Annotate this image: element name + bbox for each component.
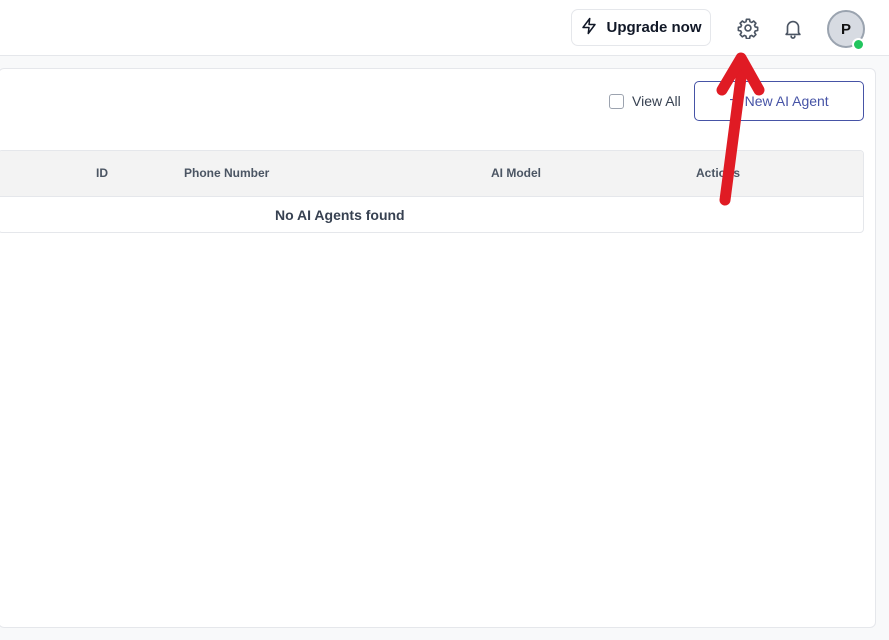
column-header-ai-model[interactable]: AI Model xyxy=(491,166,541,180)
bell-icon[interactable] xyxy=(781,16,805,40)
view-all-label: View All xyxy=(632,93,681,109)
table-row: No AI Agents found xyxy=(0,197,863,232)
view-all-checkbox[interactable] xyxy=(609,93,624,109)
new-ai-agent-button[interactable]: + New AI Agent xyxy=(694,81,864,121)
column-header-actions: Actions xyxy=(696,166,741,180)
lightning-bolt-icon xyxy=(580,17,598,39)
new-ai-agent-label: New AI Agent xyxy=(744,93,829,109)
column-header-phone-number[interactable]: Phone Number xyxy=(184,166,269,180)
plus-icon: + xyxy=(729,92,739,109)
upgrade-label: Upgrade now xyxy=(606,19,702,36)
view-all-toggle[interactable]: View All xyxy=(609,92,681,110)
upgrade-button[interactable]: Upgrade now xyxy=(571,9,711,46)
avatar-initial: P xyxy=(840,20,851,38)
agents-table: ID Phone Number AI Model Actions No AI A… xyxy=(0,150,864,233)
top-bar: Upgrade now P xyxy=(0,0,889,56)
gear-icon[interactable] xyxy=(736,16,760,40)
table-header: ID Phone Number AI Model Actions xyxy=(0,151,863,197)
online-status-dot xyxy=(852,38,865,51)
column-header-id[interactable]: ID xyxy=(96,166,108,180)
empty-state-message: No AI Agents found xyxy=(275,207,405,223)
